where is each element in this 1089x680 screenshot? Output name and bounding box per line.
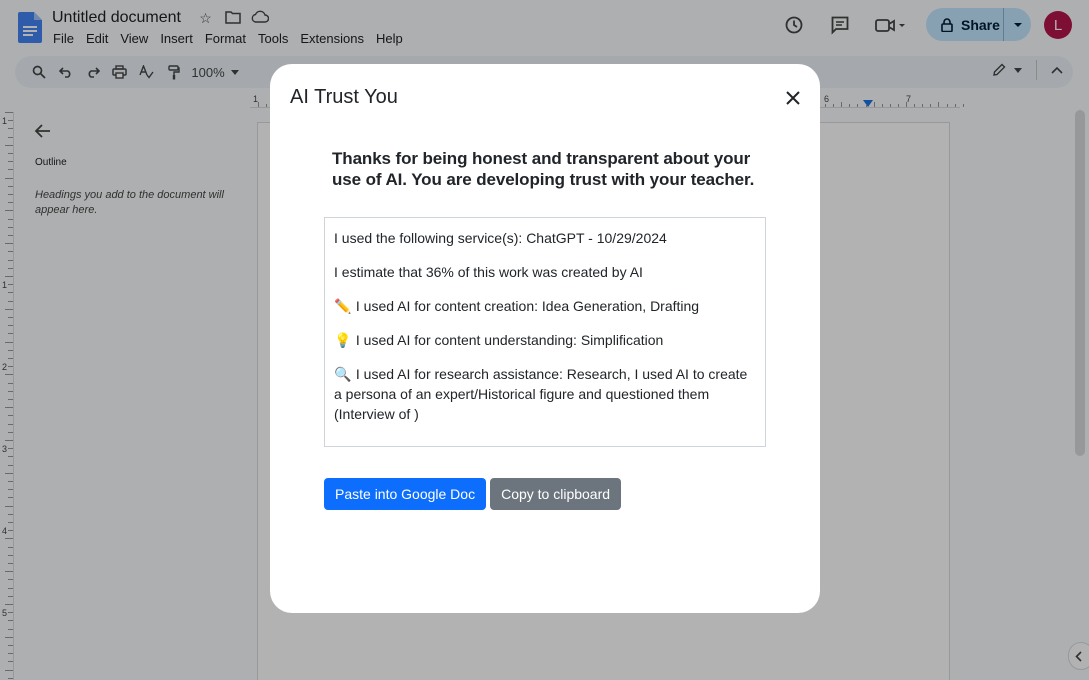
statement-text: I used AI for research assistance: Resea…	[334, 366, 748, 422]
light-bulb-icon: 💡	[334, 332, 352, 348]
dialog-lead-text: Thanks for being honest and transparent …	[332, 149, 755, 189]
statement-text: I used the following service(s): ChatGPT…	[334, 230, 667, 246]
statement-line: 🔍 I used AI for research assistance: Res…	[334, 364, 756, 424]
statement-text: I used AI for content creation: Idea Gen…	[355, 298, 700, 314]
statement-line: I estimate that 36% of this work was cre…	[334, 262, 756, 282]
ai-trust-dialog: AI Trust You Thanks for being honest and…	[270, 64, 820, 613]
ai-usage-statement[interactable]: I used the following service(s): ChatGPT…	[324, 217, 766, 447]
paste-into-google-doc-button[interactable]: Paste into Google Doc	[324, 478, 487, 510]
statement-line: ✏️ I used AI for content creation: Idea …	[334, 296, 756, 316]
magnifying-glass-icon: 🔍	[334, 366, 352, 382]
statement-line: 💡 I used AI for content understanding: S…	[334, 330, 756, 350]
close-icon[interactable]	[783, 88, 803, 108]
statement-text: I estimate that 36% of this work was cre…	[334, 264, 643, 280]
pencil-icon: ✏️	[334, 298, 352, 314]
dialog-title: AI Trust You	[290, 86, 398, 108]
statement-text: I used AI for content understanding: Sim…	[355, 332, 664, 348]
statement-line: I used the following service(s): ChatGPT…	[334, 228, 756, 248]
copy-to-clipboard-button[interactable]: Copy to clipboard	[490, 478, 622, 510]
